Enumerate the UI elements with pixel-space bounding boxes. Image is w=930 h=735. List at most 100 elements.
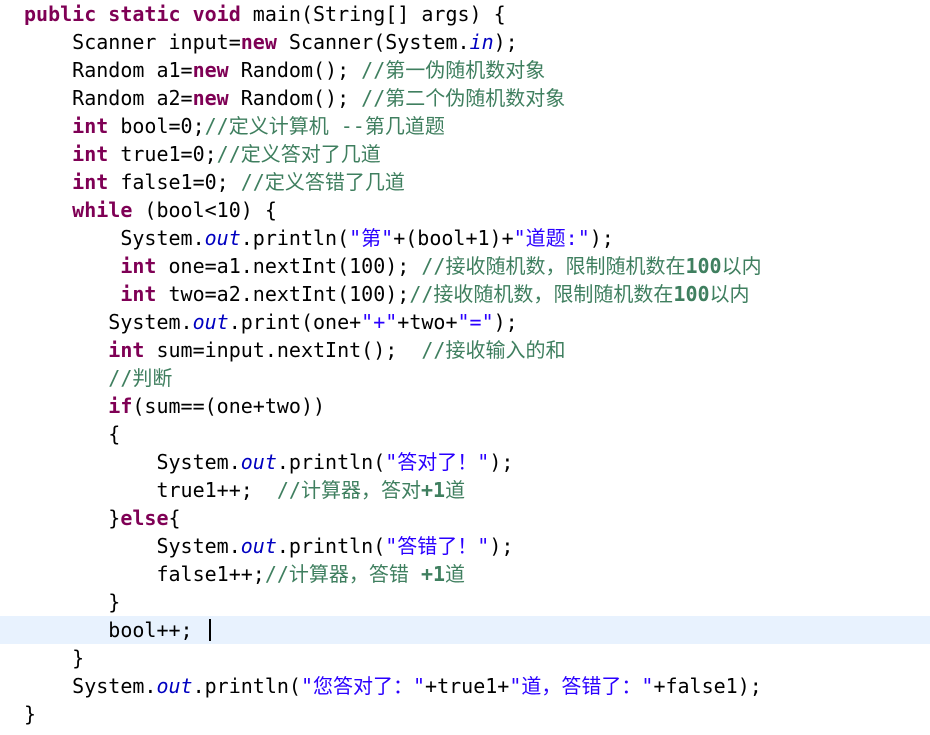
code-line-content: if(sum==(one+two)) xyxy=(24,392,325,420)
keyword-token: int xyxy=(120,254,157,278)
code-line-content: System.out.print(one+"+"+two+"="); xyxy=(24,308,518,336)
code-line[interactable]: if(sum==(one+two)) xyxy=(0,392,930,420)
code-token: System. xyxy=(24,310,193,334)
code-token: false1++; xyxy=(24,562,265,586)
code-token: ); xyxy=(489,534,514,558)
keyword-token: int xyxy=(108,338,145,362)
code-line[interactable]: }else{ xyxy=(0,504,930,532)
comment-token: //计算器，答对 xyxy=(276,478,421,502)
code-token: System. xyxy=(24,674,157,698)
code-line-content: int one=a1.nextInt(100); //接收随机数，限制随机数在1… xyxy=(24,252,761,280)
keyword-token: new xyxy=(240,30,277,54)
code-token: } xyxy=(24,506,121,530)
comment-number-token: 100 xyxy=(673,282,710,306)
code-token: sum=input.nextInt(); xyxy=(144,338,422,362)
comment-token: //接收输入的和 xyxy=(421,338,566,362)
code-line[interactable]: { xyxy=(0,420,930,448)
code-line-content: false1++;//计算器，答错 +1道 xyxy=(24,560,465,588)
code-line-content: int true1=0;//定义答对了几道 xyxy=(24,140,381,168)
code-token: .println( xyxy=(276,534,386,558)
code-token: System. xyxy=(24,534,241,558)
code-line[interactable]: System.out.println("您答对了："+true1+"道，答错了：… xyxy=(0,672,930,700)
string-token: "第" xyxy=(349,226,394,250)
code-line-content: Random a2=new Random(); //第二个伪随机数对象 xyxy=(24,84,565,112)
code-token: ); xyxy=(589,226,614,250)
comment-number-token: 100 xyxy=(685,254,722,278)
code-line[interactable]: int two=a2.nextInt(100);//接收随机数，限制随机数在10… xyxy=(0,280,930,308)
code-line[interactable]: Random a1=new Random(); //第一伪随机数对象 xyxy=(0,56,930,84)
code-line[interactable]: System.out.println("答对了！"); xyxy=(0,448,930,476)
code-line[interactable]: Random a2=new Random(); //第二个伪随机数对象 xyxy=(0,84,930,112)
code-line[interactable]: System.out.println("第"+(bool+1)+"道题:"); xyxy=(0,224,930,252)
code-line[interactable]: int true1=0;//定义答对了几道 xyxy=(0,140,930,168)
code-line-content: } xyxy=(24,644,84,672)
code-line[interactable]: } xyxy=(0,700,930,728)
current-code-line[interactable]: bool++; xyxy=(0,616,930,644)
code-token: true1=0; xyxy=(108,142,217,166)
code-line-content: { xyxy=(24,420,120,448)
code-line[interactable]: while (bool<10) { xyxy=(0,196,930,224)
code-token: .println( xyxy=(192,674,301,698)
code-line[interactable]: false1++;//计算器，答错 +1道 xyxy=(0,560,930,588)
keyword-token: int xyxy=(72,170,109,194)
code-token: ); xyxy=(493,30,518,54)
field-token: out xyxy=(240,450,277,474)
comment-token: //接收随机数，限制随机数在 xyxy=(421,254,686,278)
code-token: +false1); xyxy=(653,674,762,698)
code-token: two=a2.nextInt(100); xyxy=(156,282,410,306)
code-line[interactable]: System.out.println("答错了！"); xyxy=(0,532,930,560)
code-token: ); xyxy=(493,310,518,334)
code-token: Random a2= xyxy=(24,86,193,110)
field-token: out xyxy=(156,674,193,698)
code-token: bool++; xyxy=(24,618,205,642)
text-caret xyxy=(208,619,211,641)
code-line-content: //判断 xyxy=(24,364,172,392)
code-line-content: int false1=0; //定义答错了几道 xyxy=(24,168,405,196)
keyword-token: int xyxy=(72,114,109,138)
code-token: { xyxy=(168,506,181,530)
code-token: main(String[] args) { xyxy=(240,2,506,26)
code-token: .print(one+ xyxy=(228,310,362,334)
code-line[interactable]: int false1=0; //定义答错了几道 xyxy=(0,168,930,196)
code-line[interactable]: public static void main(String[] args) { xyxy=(0,0,930,28)
comment-token: //计算器，答错 xyxy=(264,562,421,586)
keyword-token: public xyxy=(24,2,97,26)
keyword-token: static xyxy=(108,2,181,26)
code-token: } xyxy=(24,702,37,726)
code-line[interactable]: int bool=0;//定义计算机 --第几道题 xyxy=(0,112,930,140)
comment-token: //第一伪随机数对象 xyxy=(361,58,546,82)
comment-token: //定义计算机 --第几道题 xyxy=(204,114,445,138)
code-token: one=a1.nextInt(100); xyxy=(156,254,422,278)
code-token: { xyxy=(24,422,121,446)
code-line[interactable]: int sum=input.nextInt(); //接收输入的和 xyxy=(0,336,930,364)
string-token: "道，答错了：" xyxy=(509,674,654,698)
code-line[interactable]: } xyxy=(0,588,930,616)
code-line[interactable]: Scanner input=new Scanner(System.in); xyxy=(0,28,930,56)
code-line[interactable]: //判断 xyxy=(0,364,930,392)
code-line-content: bool++; xyxy=(24,616,211,644)
code-line[interactable]: System.out.print(one+"+"+two+"="); xyxy=(0,308,930,336)
code-line[interactable]: } xyxy=(0,644,930,672)
code-line[interactable]: true1++; //计算器，答对+1道 xyxy=(0,476,930,504)
string-token: "+" xyxy=(361,310,398,334)
comment-token: //定义答对了几道 xyxy=(216,142,381,166)
code-line-content: int sum=input.nextInt(); //接收输入的和 xyxy=(24,336,565,364)
code-token: Scanner input= xyxy=(24,30,241,54)
code-editor[interactable]: public static void main(String[] args) {… xyxy=(0,0,930,735)
code-token: (bool<10) { xyxy=(132,198,277,222)
code-line[interactable]: int one=a1.nextInt(100); //接收随机数，限制随机数在1… xyxy=(0,252,930,280)
comment-token: 道 xyxy=(445,478,466,502)
code-token: System. xyxy=(24,450,241,474)
code-line-content: }else{ xyxy=(24,504,181,532)
keyword-token: new xyxy=(192,58,229,82)
code-line-content: System.out.println("答对了！"); xyxy=(24,448,513,476)
code-line-content: } xyxy=(24,700,36,728)
